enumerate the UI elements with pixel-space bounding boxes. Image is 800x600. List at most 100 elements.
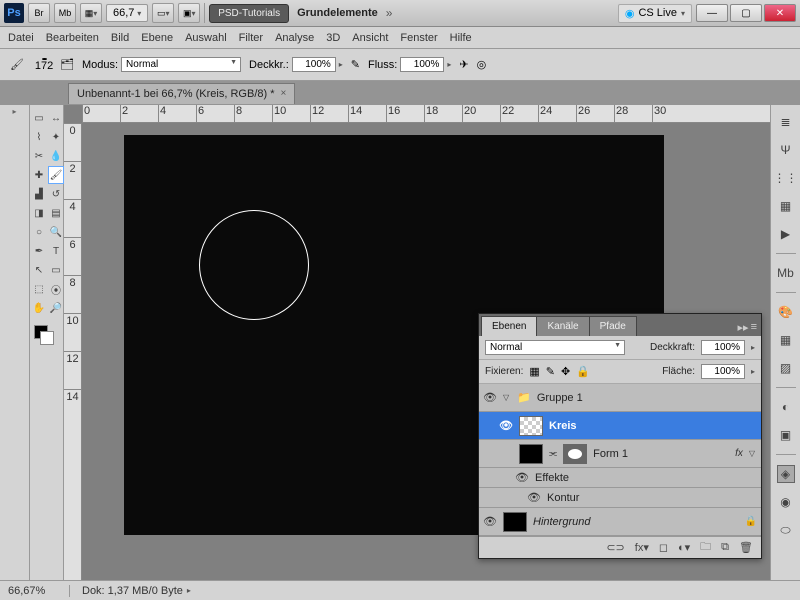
link-icon[interactable]: ⫘ [549,448,557,459]
disclosure-icon[interactable]: ▽ [503,393,509,402]
brush-tool[interactable]: 🖌 [48,166,64,184]
panel-menu-icon[interactable]: ≡ [751,321,757,334]
move-tool[interactable]: ↔ [48,109,64,127]
zoom-level[interactable]: 66,67% [0,585,70,597]
brush-preset[interactable]: 172 [36,58,52,72]
blend-mode-dropdown[interactable]: Normal [485,340,625,355]
history-brush-tool[interactable]: ↺ [48,185,64,203]
menu-datei[interactable]: Datei [8,32,34,44]
pen-tool[interactable]: ✒ [31,242,47,260]
mb-icon[interactable]: Mb [777,264,795,282]
eraser-tool[interactable]: ◨ [31,204,47,222]
type-tool[interactable]: T [48,242,64,260]
layer-effekte[interactable]: 👁 Effekte [479,468,761,488]
group-icon[interactable]: 🗀 [700,538,711,557]
left-collapse-strip[interactable]: ▸ [0,105,30,580]
background-swatch[interactable] [40,331,54,345]
link-layers-icon[interactable]: ⊂⊃ [606,541,624,554]
flow-input[interactable]: 100% [400,57,444,72]
blur-tool[interactable]: ○ [31,223,47,241]
stamp-tool[interactable]: ▟ [31,185,47,203]
close-tab-icon[interactable]: × [281,88,287,99]
dodge-tool[interactable]: 🔍 [48,223,64,241]
3d-tool[interactable]: ⬚ [31,280,47,298]
layer-kontur[interactable]: 👁 Kontur [479,488,761,508]
visibility-icon[interactable]: 👁 [527,491,541,504]
doc-info[interactable]: Dok: 1,37 MB/0 Byte [70,585,183,597]
visibility-icon[interactable]: 👁 [483,391,497,404]
tablet-size-icon[interactable]: ◎ [477,58,487,71]
opacity-input[interactable]: 100% [292,57,336,72]
menu-bild[interactable]: Bild [111,32,129,44]
swatches-icon[interactable]: ▦ [777,331,795,349]
nav-icon[interactable]: ▶ [777,225,795,243]
history-icon[interactable]: ≣ [777,113,795,131]
actions-icon[interactable]: Ψ [777,141,795,159]
layer-hintergrund[interactable]: 👁 Hintergrund 🔒 [479,508,761,536]
zoom-display[interactable]: 66,7 ▾ [106,4,148,22]
view-extras-button[interactable]: ▦▾ [80,3,102,23]
menu-3d[interactable]: 3D [326,32,340,44]
styles-icon[interactable]: ▨ [777,359,795,377]
layer-group[interactable]: 👁 ▽ 📁 Gruppe 1 [479,384,761,412]
lock-all-icon[interactable]: 🔒 [576,365,590,378]
maximize-button[interactable]: ▢ [730,4,762,22]
new-layer-icon[interactable]: ⧉ [721,541,729,554]
layers-panel[interactable]: Ebenen Kanäle Pfade ▸▸ ≡ Normal Deckkraf… [478,313,762,559]
heal-tool[interactable]: ✚ [31,166,47,184]
adjust-icon[interactable]: ◐ [777,398,795,416]
minimize-button[interactable]: — [696,4,728,22]
close-button[interactable]: ✕ [764,4,796,22]
layer-kreis[interactable]: 👁 Kreis [479,412,761,440]
hand-tool[interactable]: ✋ [31,299,47,317]
menu-hilfe[interactable]: Hilfe [450,32,472,44]
collapse-panel-icon[interactable]: ▸▸ [738,321,749,334]
fx-menu-icon[interactable]: fx▾ [635,541,649,554]
current-tool-icon[interactable]: 🖌 [6,55,28,75]
menu-filter[interactable]: Filter [239,32,263,44]
menu-fenster[interactable]: Fenster [400,32,437,44]
visibility-icon[interactable]: 👁 [483,515,497,528]
wand-tool[interactable]: ✦ [48,128,64,146]
tab-pfade[interactable]: Pfade [589,316,637,336]
brush-panel-icon[interactable]: 🗂 [60,58,74,71]
workspace-more-icon[interactable]: » [386,6,393,20]
delete-icon[interactable]: 🗑 [739,541,753,554]
menu-analyse[interactable]: Analyse [275,32,314,44]
brushes-icon[interactable]: ⋮⋮ [777,169,795,187]
airbrush-icon[interactable]: ✈ [459,58,468,71]
bridge-button[interactable]: Br [28,3,50,23]
workspace-badge-psd[interactable]: PSD-Tutorials [209,4,289,23]
fx-badge[interactable]: fx [735,448,743,459]
clone-icon[interactable]: ▦ [777,197,795,215]
crop-tool[interactable]: ✂ [31,147,47,165]
gradient-tool[interactable]: ▤ [48,204,64,222]
mode-dropdown[interactable]: Normal [121,57,241,72]
lock-paint-icon[interactable]: ✎ [546,365,555,378]
workspace-label[interactable]: Grundelemente [293,7,382,19]
marquee-tool[interactable]: ▭ [31,109,47,127]
menu-ebene[interactable]: Ebene [141,32,173,44]
document-tab[interactable]: Unbenannt-1 bei 66,7% (Kreis, RGB/8) * × [68,83,295,104]
layer-form[interactable]: ⫘ Form 1 fx▽ [479,440,761,468]
shape-tool[interactable]: ▭ [48,261,64,279]
menu-bearbeiten[interactable]: Bearbeiten [46,32,99,44]
channels-icon[interactable]: ◉ [777,493,795,511]
mask-icon[interactable]: ◻ [659,541,668,554]
arrange-button[interactable]: ▭▾ [152,3,174,23]
lasso-tool[interactable]: ⌇ [31,128,47,146]
paths-icon[interactable]: ⬭ [777,521,795,539]
visibility-icon[interactable]: 👁 [499,419,513,432]
eyedropper-tool[interactable]: 💧 [48,147,64,165]
lock-trans-icon[interactable]: ▦ [529,365,539,378]
3d-camera-tool[interactable]: ⦿ [48,280,64,298]
visibility-icon[interactable]: 👁 [515,471,529,484]
color-icon[interactable]: 🎨 [777,303,795,321]
tablet-opacity-icon[interactable]: ✎ [351,58,360,71]
masks-icon[interactable]: ▣ [777,426,795,444]
path-tool[interactable]: ↖ [31,261,47,279]
menu-ansicht[interactable]: Ansicht [352,32,388,44]
menu-auswahl[interactable]: Auswahl [185,32,227,44]
cslive-button[interactable]: ◉CS Live▾ [618,4,692,23]
tab-kanale[interactable]: Kanäle [536,316,589,336]
